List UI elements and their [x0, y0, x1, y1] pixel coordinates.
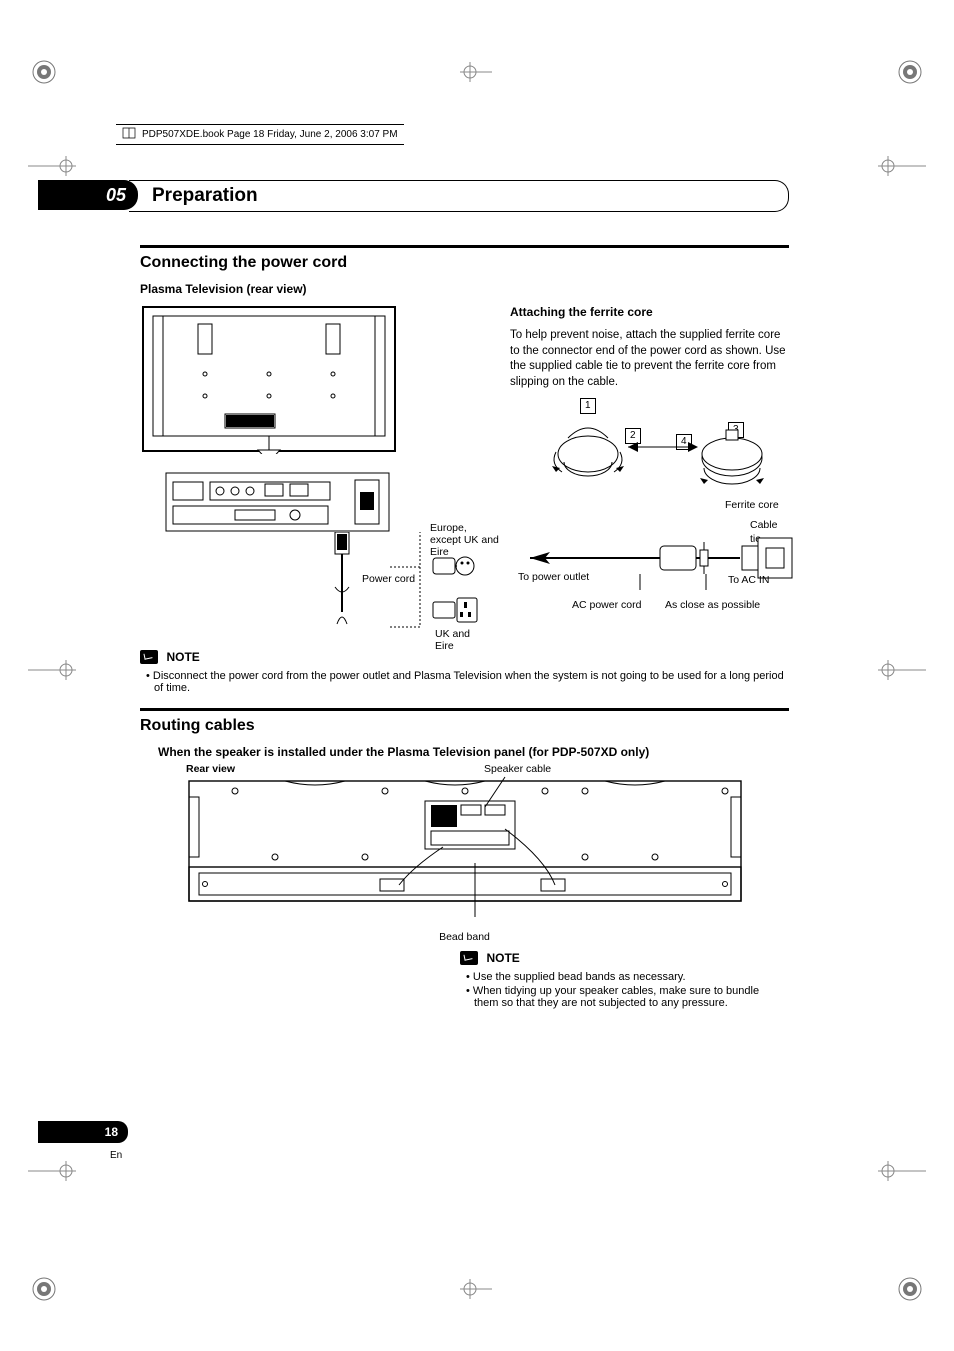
label-to-power-outlet: To power outlet [518, 570, 589, 584]
file-header: PDP507XDE.book Page 18 Friday, June 2, 2… [116, 124, 404, 145]
note-icon [460, 951, 478, 965]
book-icon [122, 127, 136, 142]
register-mark-icon [28, 1161, 78, 1181]
content-area: Connecting the power cord Plasma Televis… [140, 245, 789, 1011]
ferrite-heading: Attaching the ferrite core [510, 304, 789, 320]
crop-mark-icon [894, 1273, 926, 1305]
note-icon [140, 650, 158, 664]
dotted-link [390, 532, 440, 632]
section-rule-2 [140, 708, 789, 711]
label-ac-power-cord: AC power cord [572, 598, 641, 612]
label-bead-band: Bead band [140, 931, 789, 943]
register-mark-icon [876, 660, 926, 680]
label-to-ac-in: To AC IN [728, 573, 769, 587]
label-close: As close as possible [665, 598, 760, 612]
io-panel-diagram [165, 472, 390, 532]
label-speaker-cable: Speaker cable [484, 763, 551, 775]
label-rear-view: Rear view [186, 763, 235, 775]
section-rule [140, 245, 789, 248]
file-header-text: PDP507XDE.book Page 18 Friday, June 2, 2… [142, 129, 398, 140]
register-mark-icon [28, 156, 78, 176]
note2-bullet-1: Use the supplied bead bands as necessary… [466, 971, 780, 983]
ac-cord-figure [510, 528, 800, 598]
routing-diagram [185, 767, 745, 927]
label-uk-eire: UK and Eire [435, 628, 490, 652]
note-block-1: NOTE Disconnect the power cord from the … [140, 648, 789, 694]
chapter-title: Preparation [152, 185, 258, 207]
ferrite-figure: 1 2 3 4 [510, 398, 789, 628]
tv-rear-diagram [140, 304, 398, 454]
note2-bullet-2: When tidying up your speaker cables, mak… [466, 985, 780, 1009]
register-mark-icon [876, 156, 926, 176]
crop-mark-icon [28, 1273, 60, 1305]
page-number: 18 [38, 1121, 128, 1143]
crop-mark-icon [894, 56, 926, 88]
register-mark-icon [460, 1273, 492, 1305]
register-mark-icon [28, 660, 78, 680]
note-label-2: NOTE [486, 951, 519, 965]
label-ferrite-core: Ferrite core [725, 498, 779, 512]
power-cord-figure [323, 532, 363, 632]
register-mark-icon [876, 1161, 926, 1181]
routing-subheading: When the speaker is installed under the … [158, 745, 789, 759]
note1-bullet: Disconnect the power cord from the power… [146, 670, 789, 694]
ferrite-core-closed-icon [692, 424, 772, 494]
crop-mark-icon [28, 56, 60, 88]
connecting-figure: Power cord Europe, except UK and Eire U [140, 304, 490, 634]
page-lang: En [110, 1150, 122, 1161]
note-block-2: NOTE Use the supplied bead bands as nece… [460, 949, 780, 1009]
section-connecting-title: Connecting the power cord [140, 254, 789, 272]
ferrite-body: To help prevent noise, attach the suppli… [510, 328, 789, 390]
section-routing-title: Routing cables [140, 717, 789, 735]
register-mark-icon [460, 56, 492, 88]
plasma-rear-heading: Plasma Television (rear view) [140, 282, 789, 296]
ferrite-column: Attaching the ferrite core To help preve… [510, 304, 789, 634]
note-label: NOTE [166, 650, 199, 664]
ferrite-core-open-icon [548, 416, 628, 486]
chapter-number: 05 [38, 180, 138, 210]
step-num-1: 1 [580, 398, 596, 414]
arrow-between-icon [628, 440, 698, 454]
